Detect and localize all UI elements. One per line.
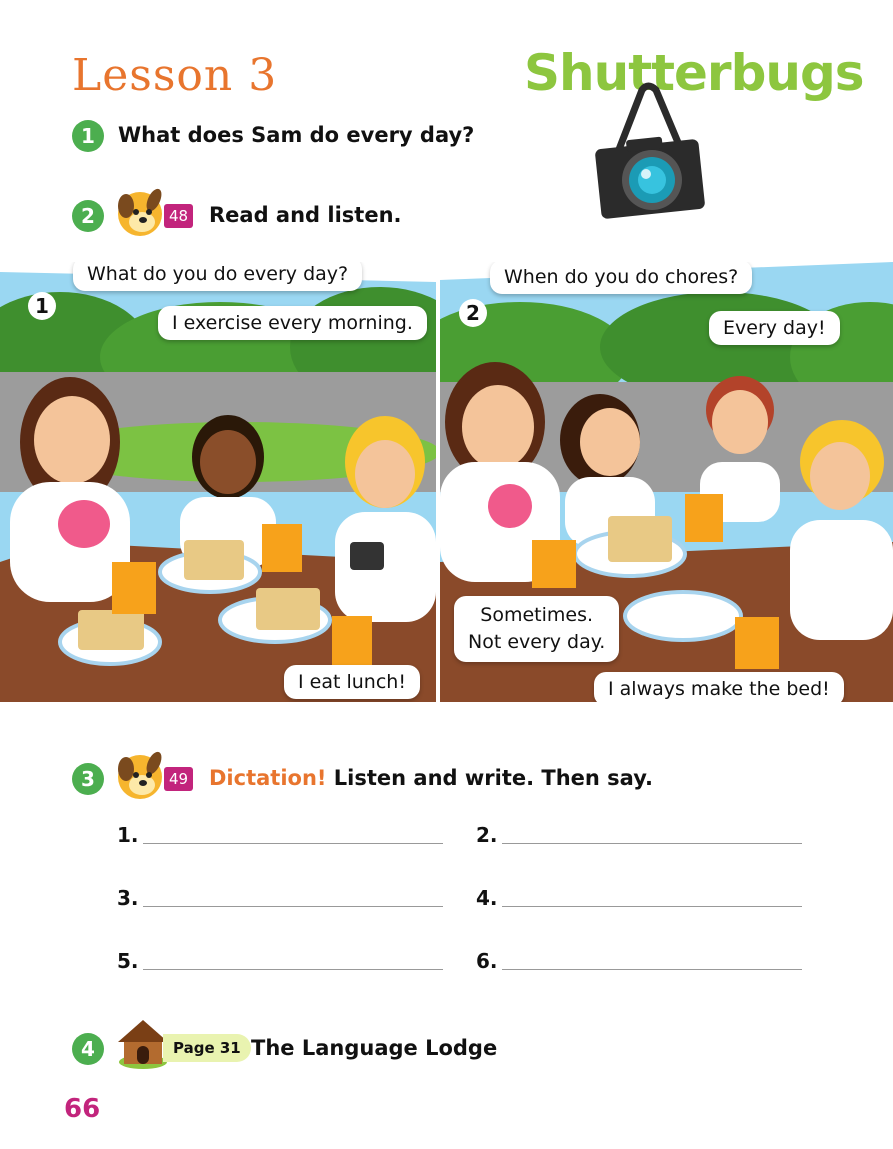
speech-bubble: Every day! bbox=[709, 311, 840, 345]
write-line[interactable] bbox=[502, 969, 802, 970]
line-label: 5. bbox=[117, 949, 139, 973]
question-2-text: Read and listen. bbox=[209, 203, 402, 227]
lesson-title: Lesson 3 bbox=[72, 50, 278, 101]
question-3-text: Dictation! Listen and write. Then say. bbox=[209, 766, 653, 790]
question-3-instruction: Listen and write. Then say. bbox=[333, 766, 653, 790]
speech-bubble: I exercise every morning. bbox=[158, 306, 427, 340]
question-1-text: What does Sam do every day? bbox=[118, 123, 475, 147]
page-number: 66 bbox=[64, 1094, 101, 1124]
line-label: 3. bbox=[117, 886, 139, 910]
panel-1-number: 1 bbox=[28, 292, 56, 320]
comic-panel-1: 1 What do you do every day? I exercise e… bbox=[0, 262, 436, 702]
comic-panel-2: 2 When do you do chores? Every day! Some… bbox=[440, 262, 893, 702]
track-badge[interactable]: 49 bbox=[164, 767, 194, 791]
dictation-label: Dictation! bbox=[209, 766, 327, 790]
audio-dog-icon[interactable] bbox=[116, 184, 166, 238]
question-number-3: 3 bbox=[72, 763, 104, 795]
question-4-text: The Language Lodge bbox=[251, 1036, 498, 1060]
page-reference[interactable]: Page 31 bbox=[163, 1034, 251, 1062]
question-number-2: 2 bbox=[72, 200, 104, 232]
line-label: 2. bbox=[476, 823, 498, 847]
write-line[interactable] bbox=[502, 843, 802, 844]
speech-bubble: Sometimes. Not every day. bbox=[454, 596, 620, 662]
speech-bubble: I eat lunch! bbox=[284, 665, 420, 699]
write-line[interactable] bbox=[143, 843, 443, 844]
question-number-4: 4 bbox=[72, 1033, 104, 1065]
track-badge[interactable]: 48 bbox=[164, 204, 194, 228]
panel-2-number: 2 bbox=[459, 299, 487, 327]
line-label: 1. bbox=[117, 823, 139, 847]
line-label: 6. bbox=[476, 949, 498, 973]
audio-dog-icon[interactable] bbox=[116, 747, 166, 801]
write-line[interactable] bbox=[143, 969, 443, 970]
question-number-1: 1 bbox=[72, 120, 104, 152]
speech-bubble: When do you do chores? bbox=[490, 262, 753, 294]
lodge-house-icon[interactable] bbox=[116, 1016, 170, 1070]
speech-bubble: What do you do every day? bbox=[73, 262, 363, 291]
write-line[interactable] bbox=[143, 906, 443, 907]
line-label: 4. bbox=[476, 886, 498, 910]
camera-icon bbox=[595, 82, 705, 219]
speech-bubble: I always make the bed! bbox=[594, 672, 844, 702]
write-line[interactable] bbox=[502, 906, 802, 907]
